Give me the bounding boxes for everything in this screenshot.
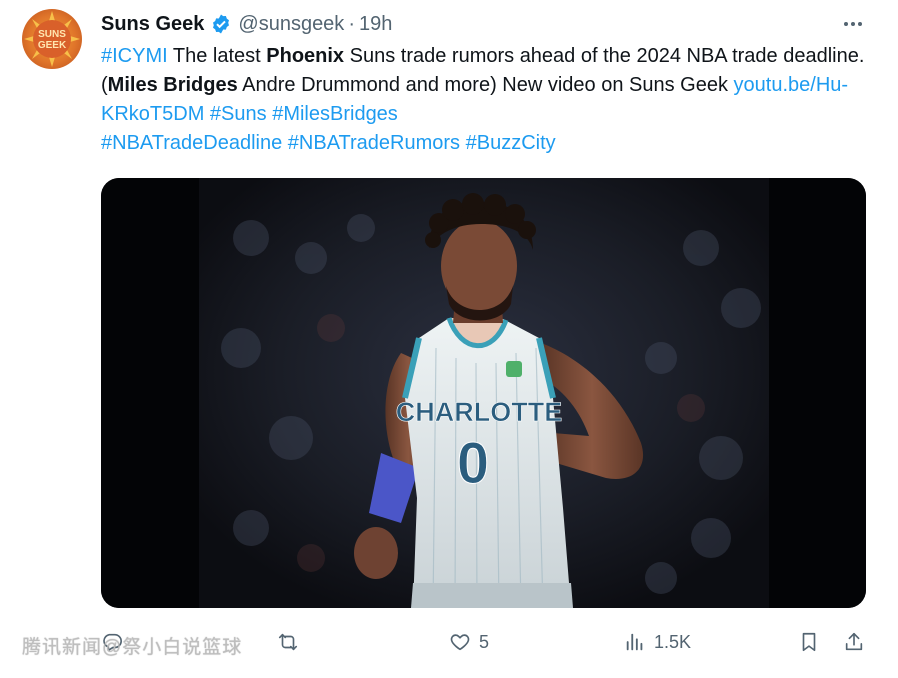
verified-badge-icon[interactable]	[210, 13, 232, 35]
hashtag-milesbridges[interactable]: #MilesBridges	[272, 103, 398, 125]
svg-text:GEEK: GEEK	[38, 40, 67, 51]
text-segment: The latest	[167, 45, 267, 67]
like-count: 5	[479, 631, 490, 652]
svg-text:SUNS: SUNS	[38, 29, 66, 40]
hashtag-buzzcity[interactable]: #BuzzCity	[466, 132, 556, 154]
hashtag-suns[interactable]: #Suns	[210, 103, 267, 125]
bookmark-button[interactable]	[798, 622, 820, 662]
hashtag-icymi[interactable]: #ICYMI	[101, 45, 168, 67]
retweet-button[interactable]	[277, 622, 299, 662]
retweet-icon	[277, 631, 299, 653]
views-bar-icon	[624, 631, 646, 653]
text-bold-miles-bridges: Miles Bridges	[107, 74, 238, 96]
share-button[interactable]	[843, 622, 865, 662]
tweet-header: Suns Geek @sunsgeek · 19h	[101, 11, 868, 37]
tweet-media-image[interactable]: CHARLOTTE 0	[101, 178, 866, 608]
hashtag-nbatradedeadline[interactable]: #NBATradeDeadline	[101, 132, 282, 154]
more-dots-icon[interactable]	[838, 11, 868, 37]
bookmark-icon	[798, 631, 820, 653]
tweet-text: #ICYMI The latest Phoenix Suns trade rum…	[101, 42, 871, 158]
suns-geek-logo-icon: SUNS GEEK	[24, 11, 80, 67]
like-button[interactable]: 5	[449, 622, 489, 662]
jersey-team-text: CHARLOTTE	[396, 397, 562, 427]
text-bold-phoenix: Phoenix	[266, 45, 345, 67]
text-segment: Andre Drummond and more) New video on Su…	[237, 74, 734, 96]
views-count: 1.5K	[654, 631, 692, 652]
timestamp[interactable]: 19h	[359, 11, 392, 37]
hashtag-nbatraderumors[interactable]: #NBATradeRumors	[288, 132, 460, 154]
separator-dot: ·	[348, 13, 355, 35]
jersey-number-text: 0	[457, 431, 489, 496]
heart-icon	[449, 631, 471, 653]
views-button[interactable]: 1.5K	[624, 622, 691, 662]
avatar[interactable]: SUNS GEEK	[22, 9, 82, 69]
watermark-text: 腾讯新闻@祭小白说篮球	[22, 637, 243, 658]
share-icon	[843, 631, 865, 653]
author-handle[interactable]: @sunsgeek	[238, 11, 344, 37]
author-name[interactable]: Suns Geek	[101, 11, 204, 37]
